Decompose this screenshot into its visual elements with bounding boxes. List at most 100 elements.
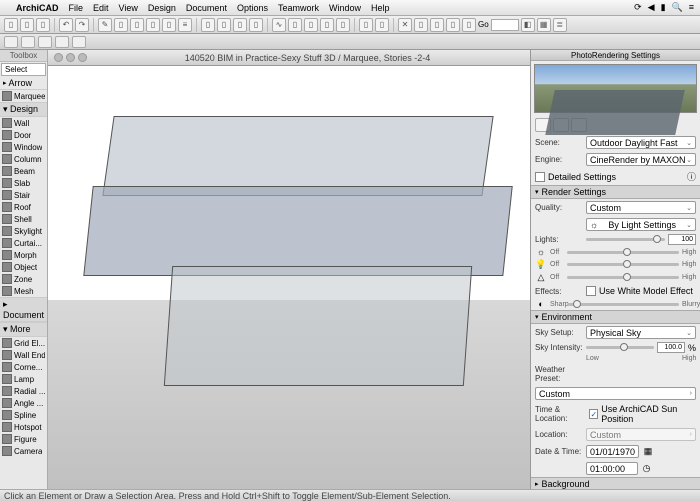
tool-object[interactable]: Object xyxy=(0,261,47,273)
toolbar-btn[interactable]: ▯ xyxy=(249,18,263,32)
sun-position-checkbox[interactable]: ✓ xyxy=(589,409,598,419)
menu-document[interactable]: Document xyxy=(186,3,227,13)
toolbar-btn[interactable]: ✕ xyxy=(398,18,412,32)
toolbar-btn[interactable]: ▯ xyxy=(217,18,231,32)
quality-select[interactable]: Custom⌄ xyxy=(586,201,696,214)
menu-options[interactable]: Options xyxy=(237,3,268,13)
subbar-btn[interactable] xyxy=(4,36,18,48)
window-minimize-icon[interactable] xyxy=(66,53,75,62)
subbar-btn[interactable] xyxy=(21,36,35,48)
toolbar-btn[interactable]: ▦ xyxy=(537,18,551,32)
toolbox-select[interactable]: Select xyxy=(1,63,46,76)
menu-design[interactable]: Design xyxy=(148,3,176,13)
toolbar-btn[interactable]: ≡ xyxy=(178,18,192,32)
menu-view[interactable]: View xyxy=(119,3,138,13)
window-zoom-icon[interactable] xyxy=(78,53,87,62)
toolbar-btn[interactable]: ▯ xyxy=(36,18,50,32)
toolbar-btn[interactable]: ∿ xyxy=(272,18,286,32)
tool-wallend[interactable]: Wall End xyxy=(0,349,47,361)
toolbar-btn[interactable]: ▯ xyxy=(462,18,476,32)
toolbar-btn[interactable]: ↷ xyxy=(75,18,89,32)
subbar-btn[interactable] xyxy=(38,36,52,48)
toolbar-btn[interactable]: ▯ xyxy=(430,18,444,32)
tool-figure[interactable]: Figure xyxy=(0,433,47,445)
tool-arrow[interactable]: ▸Arrow xyxy=(0,77,47,90)
sky-setup-select[interactable]: Physical Sky⌄ xyxy=(586,326,696,339)
tool-shell[interactable]: Shell xyxy=(0,213,47,225)
menu-file[interactable]: File xyxy=(69,3,84,13)
sky-intensity-value[interactable] xyxy=(657,342,685,353)
scene-select[interactable]: Outdoor Daylight Fast⌄ xyxy=(586,136,696,149)
menu-teamwork[interactable]: Teamwork xyxy=(278,3,319,13)
window-close-icon[interactable] xyxy=(54,53,63,62)
tool-lamp[interactable]: Lamp xyxy=(0,373,47,385)
tool-zone[interactable]: Zone xyxy=(0,273,47,285)
calendar-icon[interactable]: ▦ xyxy=(642,446,654,457)
info-icon[interactable]: ⓘ xyxy=(687,170,696,183)
toolbar-btn[interactable]: ▯ xyxy=(288,18,302,32)
tool-morph[interactable]: Morph xyxy=(0,249,47,261)
toolbar-btn[interactable]: ▯ xyxy=(233,18,247,32)
tool-door[interactable]: Door xyxy=(0,129,47,141)
lights-value[interactable] xyxy=(668,234,696,245)
tool-hotspot[interactable]: Hotspot xyxy=(0,421,47,433)
section-design[interactable]: ▾ Design xyxy=(0,102,47,117)
toolbar-btn[interactable]: ↶ xyxy=(59,18,73,32)
app-menu[interactable]: ArchiCAD xyxy=(16,3,59,13)
subbar-btn[interactable] xyxy=(72,36,86,48)
tool-skylight[interactable]: Skylight xyxy=(0,225,47,237)
toolbar-btn[interactable]: ▯ xyxy=(146,18,160,32)
subbar-btn[interactable] xyxy=(55,36,69,48)
toolbar-btn[interactable]: ≣ xyxy=(553,18,567,32)
weather-select[interactable]: Custom› xyxy=(535,387,696,400)
toolbar-btn[interactable]: ✎ xyxy=(98,18,112,32)
light-settings-select[interactable]: ☼ By Light Settings⌄ xyxy=(586,218,696,231)
section-document[interactable]: ▸ Document xyxy=(0,297,47,322)
tool-mesh[interactable]: Mesh xyxy=(0,285,47,297)
tool-corner[interactable]: Corne... xyxy=(0,361,47,373)
toolbar-btn[interactable]: ◧ xyxy=(521,18,535,32)
tool-window[interactable]: Window xyxy=(0,141,47,153)
toolbar-btn[interactable]: ▯ xyxy=(20,18,34,32)
ambient-slider[interactable] xyxy=(567,276,679,279)
menu-help[interactable]: Help xyxy=(371,3,390,13)
tool-radial[interactable]: Radial ... xyxy=(0,385,47,397)
wifi-icon[interactable]: ⟳ xyxy=(634,2,642,13)
toolbar-btn[interactable]: ▯ xyxy=(114,18,128,32)
tool-wall[interactable]: Wall xyxy=(0,117,47,129)
detailed-checkbox[interactable] xyxy=(535,172,545,182)
render-preview[interactable] xyxy=(534,64,697,113)
tool-roof[interactable]: Roof xyxy=(0,201,47,213)
tool-marquee[interactable]: Marquee xyxy=(0,90,47,102)
dof-slider[interactable] xyxy=(567,303,679,306)
menu-window[interactable]: Window xyxy=(329,3,361,13)
tool-slab[interactable]: Slab xyxy=(0,177,47,189)
toolbar-btn[interactable]: ▯ xyxy=(359,18,373,32)
section-more[interactable]: ▾ More xyxy=(0,322,47,337)
engine-select[interactable]: CineRender by MAXON⌄ xyxy=(586,153,696,166)
toolbar-btn[interactable]: ▯ xyxy=(336,18,350,32)
environment-header[interactable]: ▾Environment xyxy=(531,310,700,324)
toolbar-btn[interactable]: ▯ xyxy=(375,18,389,32)
tool-beam[interactable]: Beam xyxy=(0,165,47,177)
menu-edit[interactable]: Edit xyxy=(93,3,109,13)
volume-icon[interactable]: ◀︎ xyxy=(648,2,655,13)
tool-curtain[interactable]: Curtai... xyxy=(0,237,47,249)
lamp-slider[interactable] xyxy=(567,263,679,266)
spotlight-icon[interactable]: 🔍 xyxy=(672,2,683,13)
tool-angle[interactable]: Angle ... xyxy=(0,397,47,409)
clock-icon[interactable]: ◷ xyxy=(641,463,653,474)
toolbar-btn[interactable]: ▯ xyxy=(304,18,318,32)
toolbar-btn[interactable]: ▯ xyxy=(4,18,18,32)
lights-slider[interactable] xyxy=(586,238,665,241)
tool-camera[interactable]: Camera xyxy=(0,445,47,457)
toolbar-btn[interactable]: ▯ xyxy=(201,18,215,32)
go-input[interactable] xyxy=(491,19,519,31)
date-field[interactable]: 01/01/1970 xyxy=(586,445,639,458)
tool-spline[interactable]: Spline xyxy=(0,409,47,421)
tool-stair[interactable]: Stair xyxy=(0,189,47,201)
white-model-checkbox[interactable] xyxy=(586,286,596,296)
notifications-icon[interactable]: ≡ xyxy=(689,2,694,13)
toolbar-btn[interactable]: ▯ xyxy=(320,18,334,32)
sky-intensity-slider[interactable] xyxy=(586,346,654,349)
